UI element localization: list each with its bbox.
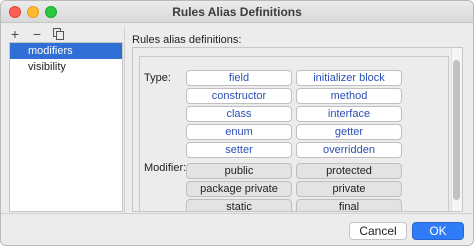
chip-protected[interactable]: protected: [296, 163, 402, 179]
rules-heading: Rules alias definitions:: [132, 34, 242, 46]
chip-interface[interactable]: interface: [296, 106, 402, 122]
window-title: Rules Alias Definitions: [172, 5, 302, 19]
title-bar: Rules Alias Definitions: [1, 1, 473, 23]
chip-private[interactable]: private: [296, 181, 402, 197]
dialog-window: Rules Alias Definitions + − modifiers vi…: [0, 0, 474, 246]
definitions-box: Type: field initializer block constructo…: [139, 56, 449, 211]
type-label: Type:: [144, 72, 171, 84]
chip-setter[interactable]: setter: [186, 142, 292, 158]
chip-overridden[interactable]: overridden: [296, 142, 402, 158]
list-item-modifiers[interactable]: modifiers: [10, 43, 122, 59]
chip-method[interactable]: method: [296, 88, 402, 104]
chip-final[interactable]: final: [296, 199, 402, 211]
chip-public[interactable]: public: [186, 163, 292, 179]
ok-button[interactable]: OK: [412, 222, 464, 240]
add-icon[interactable]: +: [9, 27, 21, 41]
list-item-visibility[interactable]: visibility: [10, 59, 122, 75]
chip-field[interactable]: field: [186, 70, 292, 86]
chip-class[interactable]: class: [186, 106, 292, 122]
chip-constructor[interactable]: constructor: [186, 88, 292, 104]
vertical-scrollbar[interactable]: [451, 48, 462, 211]
chip-package-private[interactable]: package private: [186, 181, 292, 197]
list-toolbar: + −: [9, 27, 64, 41]
copy-icon[interactable]: [53, 28, 64, 40]
scrollbar-thumb[interactable]: [453, 60, 460, 200]
modifier-label: Modifier:: [144, 162, 187, 174]
definitions-panel: Type: field initializer block constructo…: [132, 47, 463, 212]
footer-divider: [1, 213, 473, 214]
chip-enum[interactable]: enum: [186, 124, 292, 140]
chip-getter[interactable]: getter: [296, 124, 402, 140]
cancel-button[interactable]: Cancel: [349, 222, 407, 240]
splitter[interactable]: [124, 27, 125, 213]
remove-icon[interactable]: −: [31, 27, 43, 41]
chip-initializer-block[interactable]: initializer block: [296, 70, 402, 86]
chip-static[interactable]: static: [186, 199, 292, 211]
alias-list: modifiers visibility: [9, 42, 123, 212]
